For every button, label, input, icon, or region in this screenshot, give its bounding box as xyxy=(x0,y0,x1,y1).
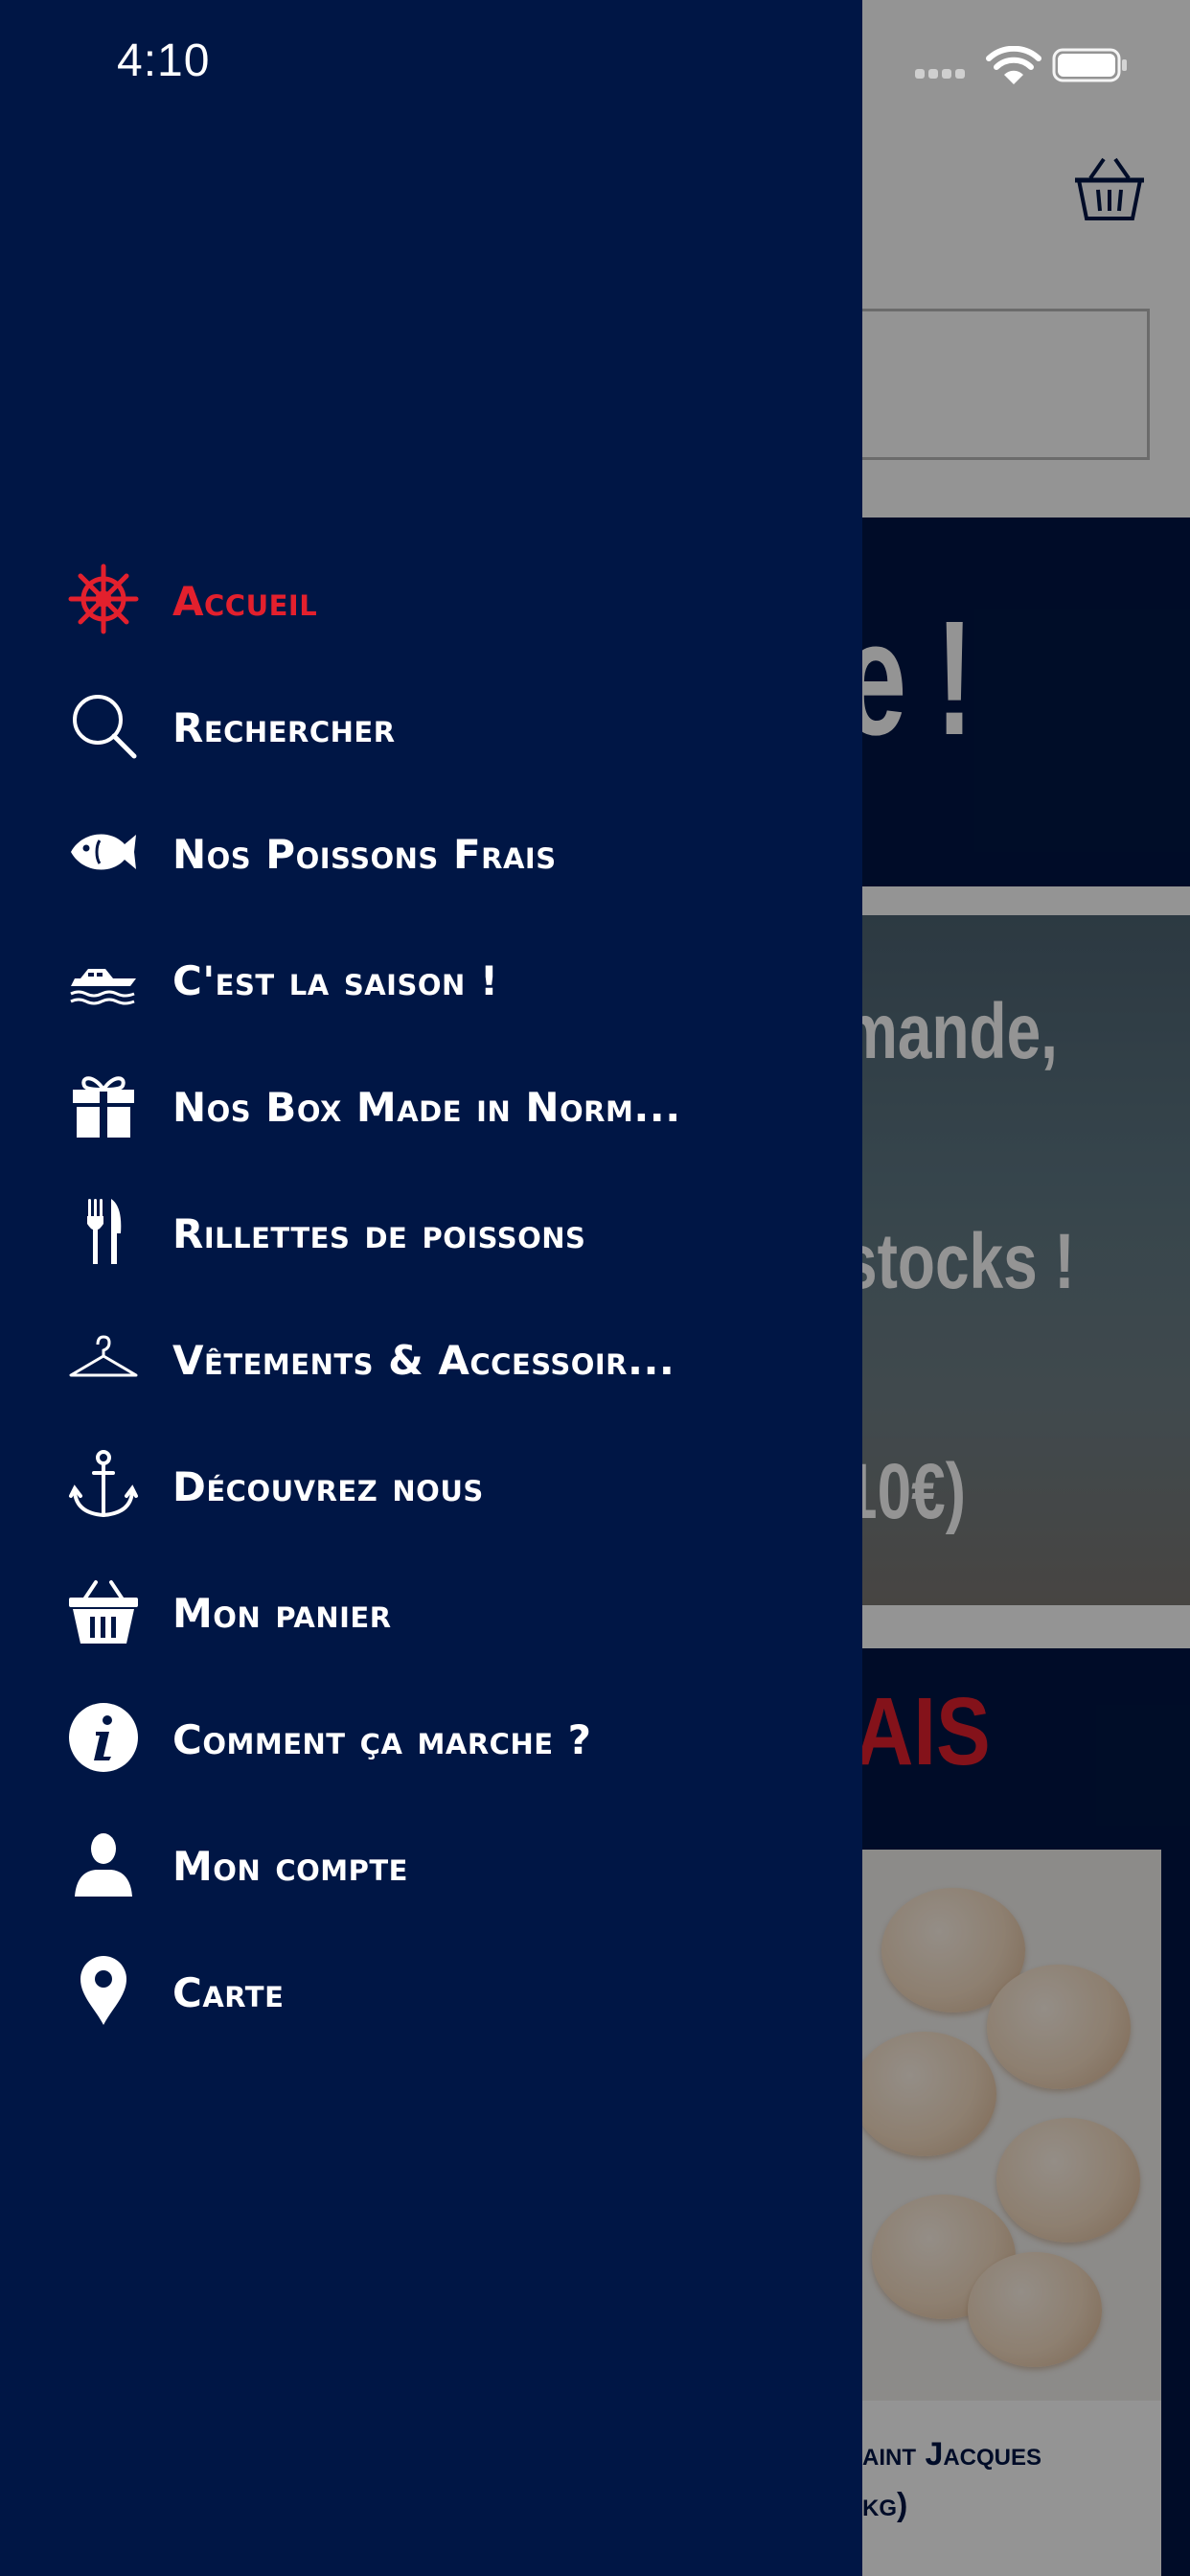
map-pin-icon xyxy=(67,1954,140,2027)
menu-item-label: Carte xyxy=(172,1969,285,2016)
menu-item-label: Accueil xyxy=(172,578,318,625)
battery-icon xyxy=(1052,48,1129,82)
menu-item-label: Découvrez nous xyxy=(172,1463,484,1510)
menu-item-label: Nos Poissons Frais xyxy=(172,831,557,878)
menu-item-label: Mon panier xyxy=(172,1590,392,1637)
anchor-icon xyxy=(67,1448,140,1521)
menu-item-label: C'est la saison ! xyxy=(172,957,499,1004)
menu-item-accueil[interactable]: Accueil xyxy=(0,546,862,652)
side-menu-drawer xyxy=(0,0,862,2576)
basket-icon xyxy=(67,1575,140,1647)
menu-item-panier[interactable]: Mon panier xyxy=(0,1558,862,1664)
wifi-icon xyxy=(985,45,1042,86)
menu-item-vetements[interactable]: Vêtements & Accessoir... xyxy=(0,1305,862,1411)
menu-item-label: Rechercher xyxy=(172,704,396,751)
menu-item-label: Vêtements & Accessoir... xyxy=(172,1337,675,1384)
menu-item-rillettes[interactable]: Rillettes de poissons xyxy=(0,1179,862,1284)
menu-item-label: Rillettes de poissons xyxy=(172,1210,586,1257)
menu-item-saison[interactable]: C'est la saison ! xyxy=(0,926,862,1031)
menu-item-poissons-frais[interactable]: Nos Poissons Frais xyxy=(0,799,862,905)
menu-item-comment[interactable]: Comment ça marche ? xyxy=(0,1685,862,1790)
menu-item-decouvrez[interactable]: Découvrez nous xyxy=(0,1432,862,1537)
menu-item-box[interactable]: Nos Box Made in Norm... xyxy=(0,1052,862,1158)
menu-item-label: Comment ça marche ? xyxy=(172,1716,592,1763)
search-icon xyxy=(67,689,140,762)
menu-item-label: Mon compte xyxy=(172,1843,408,1890)
status-time: 4:10 xyxy=(117,35,211,86)
menu-item-carte[interactable]: Carte xyxy=(0,1938,862,2043)
fish-icon xyxy=(67,816,140,888)
user-icon xyxy=(67,1828,140,1900)
menu-item-compte[interactable]: Mon compte xyxy=(0,1811,862,1917)
menu-item-label: Nos Box Made in Norm... xyxy=(172,1084,681,1131)
boat-icon xyxy=(67,942,140,1015)
gift-icon xyxy=(67,1069,140,1141)
fork-knife-icon xyxy=(67,1195,140,1268)
menu-item-rechercher[interactable]: Rechercher xyxy=(0,673,862,778)
info-icon xyxy=(67,1701,140,1774)
ship-wheel-icon xyxy=(67,563,140,635)
hanger-icon xyxy=(67,1322,140,1394)
